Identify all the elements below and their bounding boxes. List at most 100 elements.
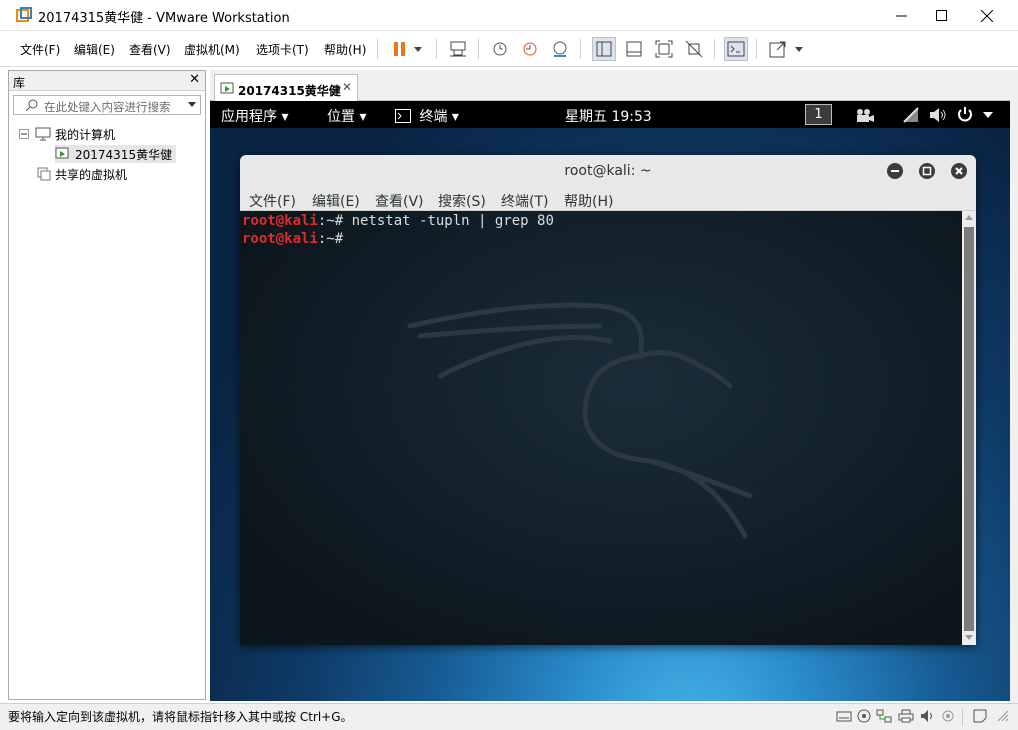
- status-message: 要将输入定向到该虚拟机，请将鼠标指针移入其中或按 Ctrl+G。: [8, 710, 353, 724]
- tree-label: 我的计算机: [55, 127, 116, 142]
- snapshot-icon[interactable]: [488, 37, 512, 61]
- pause-button[interactable]: [388, 37, 412, 61]
- toolbar-separator: [377, 39, 378, 59]
- menu-edit[interactable]: 编辑(E): [74, 41, 115, 58]
- terminal-line: root@kali:~#: [242, 231, 352, 247]
- close-tab-icon[interactable]: ✕: [342, 80, 352, 94]
- gnome-top-bar: 应用程序 ▾ 位置 ▾ 终端 ▾ 星期五 19:53 1: [210, 101, 1010, 128]
- show-library-icon[interactable]: [592, 37, 616, 61]
- scroll-up-icon[interactable]: [965, 215, 973, 220]
- workspace-indicator[interactable]: 1: [805, 104, 832, 125]
- shared-vms-icon: [37, 167, 51, 181]
- terminal-window[interactable]: root@kali: ~ 文件(F) 编辑(E) 查看(V) 搜索(S) 终端(…: [240, 155, 976, 645]
- terminal-maximize-icon[interactable]: [919, 163, 935, 179]
- toolbar-separator: [714, 39, 715, 59]
- terminal-icon: [395, 109, 411, 123]
- resize-grip-icon[interactable]: [996, 709, 1010, 723]
- term-menu-file[interactable]: 文件(F): [249, 191, 296, 211]
- terminal-titlebar[interactable]: root@kali: ~: [240, 155, 976, 187]
- terminal-title: root@kali: ~: [564, 163, 652, 179]
- close-window-button[interactable]: [964, 0, 1010, 31]
- tab-vm[interactable]: 20174315黄华健 ✕: [214, 74, 358, 102]
- menu-file[interactable]: 文件(F): [20, 41, 60, 58]
- vm-running-icon: [55, 147, 69, 159]
- tree-label: 20174315黄华健: [75, 147, 173, 162]
- applications-menu[interactable]: 应用程序 ▾: [221, 106, 288, 126]
- tree-item-vm[interactable]: 20174315黄华健: [55, 145, 177, 163]
- menu-help[interactable]: 帮助(H): [324, 41, 366, 58]
- toolbar-separator: [756, 39, 757, 59]
- terminal-scrollbar[interactable]: [962, 211, 976, 645]
- usb-icon[interactable]: [940, 709, 956, 723]
- network-adapter-icon[interactable]: [876, 709, 892, 723]
- revert-snapshot-icon[interactable]: [518, 37, 542, 61]
- maximize-button[interactable]: [918, 0, 964, 31]
- chevron-down-icon[interactable]: [188, 102, 196, 107]
- terminal-line: root@kali:~# netstat -tupln | grep 80: [242, 213, 554, 229]
- snapshot-manager-icon[interactable]: [548, 37, 572, 61]
- printer-icon[interactable]: [898, 709, 914, 723]
- send-ctrl-alt-del-icon[interactable]: [446, 37, 470, 61]
- status-bar: 要将输入定向到该虚拟机，请将鼠标指针移入其中或按 Ctrl+G。: [0, 703, 1018, 730]
- right-edge: [1010, 70, 1018, 703]
- window-title: 20174315黄华健 - VMware Workstation: [38, 11, 290, 26]
- thumbnail-bar-icon[interactable]: [622, 37, 646, 61]
- kali-dragon-watermark: [407, 302, 753, 539]
- clock[interactable]: 星期五 19:53: [565, 106, 652, 126]
- computer-icon: [35, 127, 51, 141]
- terminal-menubar: 文件(F) 编辑(E) 查看(V) 搜索(S) 终端(T) 帮助(H): [240, 187, 976, 211]
- title-bar: 20174315黄华健 - VMware Workstation: [0, 0, 1018, 31]
- menu-vm[interactable]: 虚拟机(M): [184, 41, 240, 58]
- places-menu[interactable]: 位置 ▾: [327, 106, 366, 126]
- toolbar-separator: [580, 39, 581, 59]
- vm-tab-strip: 20174315黄华健 ✕: [210, 70, 1010, 102]
- unity-mode-icon[interactable]: [682, 37, 706, 61]
- cd-dvd-icon[interactable]: [856, 709, 872, 723]
- search-icon: [26, 99, 38, 111]
- tree-item-shared[interactable]: 共享的虚拟机: [37, 165, 127, 183]
- menu-toolbar: 文件(F) 编辑(E) 查看(V) 虚拟机(M) 选项卡(T) 帮助(H): [0, 31, 1018, 67]
- network-icon[interactable]: [903, 107, 919, 123]
- terminal-minimize-icon[interactable]: [887, 163, 903, 179]
- terminal-output[interactable]: root@kali:~# netstat -tupln | grep 80 ro…: [240, 211, 962, 645]
- library-header: 库 ✕: [9, 71, 205, 91]
- menu-tabs[interactable]: 选项卡(T): [256, 41, 309, 58]
- toolbar-separator: [436, 39, 437, 59]
- term-menu-terminal[interactable]: 终端(T): [501, 191, 548, 211]
- tab-label: 20174315黄华健: [238, 84, 341, 98]
- full-screen-icon[interactable]: [652, 37, 676, 61]
- term-menu-search[interactable]: 搜索(S): [438, 191, 486, 211]
- stretch-guest-icon[interactable]: [766, 37, 790, 61]
- status-separator: [962, 708, 963, 726]
- system-menu-chevron-icon[interactable]: [983, 112, 993, 118]
- sound-card-icon[interactable]: [920, 709, 936, 723]
- vmware-logo-icon: [16, 7, 32, 22]
- library-panel: 库 ✕ 在此处键入内容进行搜索 我的计算机 20174315黄华健 共享的虚拟机: [8, 70, 206, 700]
- tree-item-my-computer[interactable]: 我的计算机: [19, 125, 115, 143]
- term-menu-edit[interactable]: 编辑(E): [312, 191, 360, 211]
- volume-icon[interactable]: [929, 107, 947, 123]
- menu-view[interactable]: 查看(V): [129, 41, 171, 58]
- power-dropdown-icon[interactable]: [410, 37, 426, 61]
- toolbar-separator: [478, 39, 479, 59]
- console-view-icon[interactable]: [724, 37, 748, 61]
- power-icon[interactable]: [957, 106, 973, 123]
- scroll-down-icon[interactable]: [965, 635, 973, 640]
- terminal-close-icon[interactable]: [951, 163, 967, 179]
- close-library-icon[interactable]: ✕: [189, 72, 200, 87]
- message-log-icon[interactable]: [972, 709, 988, 723]
- library-title: 库: [13, 76, 26, 90]
- stretch-dropdown-icon[interactable]: [792, 37, 806, 61]
- tree-label: 共享的虚拟机: [55, 167, 128, 182]
- collapse-icon[interactable]: [19, 129, 29, 139]
- video-camera-icon[interactable]: [855, 107, 875, 123]
- library-search-input[interactable]: 在此处键入内容进行搜索: [13, 95, 201, 115]
- scrollbar-thumb[interactable]: [964, 227, 974, 631]
- vm-running-icon: [220, 82, 234, 94]
- search-placeholder: 在此处键入内容进行搜索: [44, 100, 171, 114]
- term-menu-view[interactable]: 查看(V): [375, 191, 424, 211]
- term-menu-help[interactable]: 帮助(H): [564, 191, 613, 211]
- vm-console[interactable]: 应用程序 ▾ 位置 ▾ 终端 ▾ 星期五 19:53 1 root@kali: …: [210, 101, 1010, 701]
- hard-disk-icon[interactable]: [836, 709, 852, 723]
- terminal-app-menu[interactable]: 终端 ▾: [395, 106, 459, 126]
